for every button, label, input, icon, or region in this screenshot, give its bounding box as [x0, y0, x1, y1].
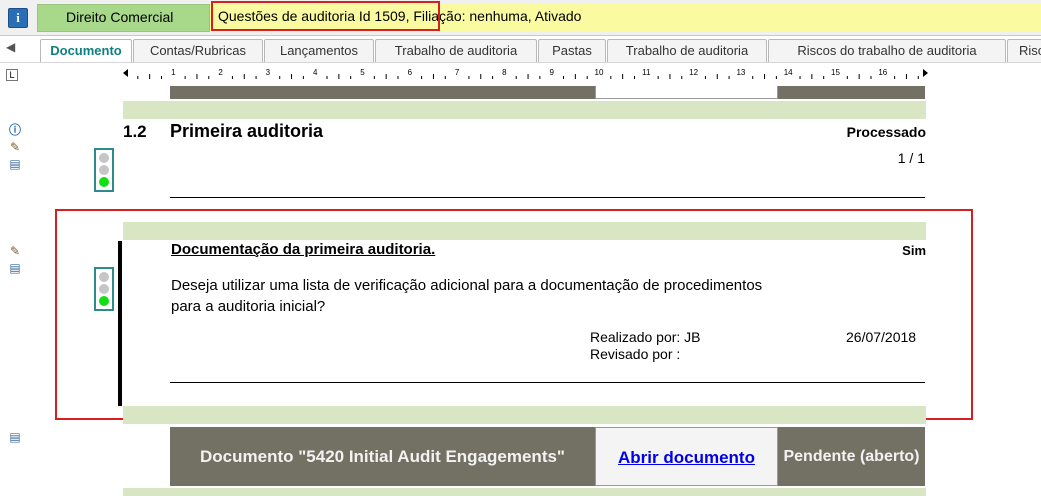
ruler-number: 13 [736, 68, 745, 77]
document-area: ⓘ ✎ ▤ 1.2 Primeira auditoria Processado … [0, 86, 1041, 496]
form-icon[interactable]: ▤ [8, 157, 22, 171]
open-document-link[interactable]: Abrir documento [595, 427, 778, 486]
document-name: Documento "5420 Initial Audit Engagement… [170, 427, 595, 486]
ruler-number: 12 [689, 68, 698, 77]
ruler-number: 4 [313, 68, 318, 77]
previous-block-left [170, 86, 595, 99]
divider [170, 382, 925, 383]
document-row: Documento "5420 Initial Audit Engagement… [170, 427, 925, 486]
title-highlight-box [211, 1, 440, 31]
ruler[interactable]: 1 2 3 4 5 6 7 8 9 10 11 12 13 14 15 16 [123, 67, 928, 83]
tab-riscos-trabalho-auditoria[interactable]: Riscos do trabalho de auditoria [768, 39, 1006, 62]
question-answer[interactable]: Sim [902, 243, 926, 258]
done-date: 26/07/2018 [846, 329, 917, 345]
question-band-bottom [123, 406, 926, 424]
tab-scroll-left-icon[interactable]: ◀ [6, 40, 15, 54]
section-pages: 1 / 1 [897, 150, 925, 166]
question-marker-bar [118, 241, 122, 406]
ruler-number: 2 [218, 68, 223, 77]
light-yellow-icon [99, 165, 109, 175]
reviewed-by: Revisado por : [590, 346, 681, 362]
ruler-bar: L 1 2 3 4 5 6 7 8 9 10 11 12 13 14 15 16 [0, 62, 1041, 86]
form-icon[interactable]: ▤ [8, 430, 22, 444]
question-traffic-light [94, 267, 114, 311]
ruler-number: 3 [266, 68, 271, 77]
light-yellow-icon [99, 284, 109, 294]
tab-pastas[interactable]: Pastas [538, 39, 606, 62]
light-green-icon [99, 296, 109, 306]
edit-note-icon[interactable]: ✎ [8, 244, 22, 258]
light-red-icon [99, 272, 109, 282]
form-icon[interactable]: ▤ [8, 261, 22, 275]
status-traffic-light [94, 148, 114, 192]
ruler-number: 11 [642, 68, 651, 77]
area-label: Direito Comercial [37, 4, 210, 32]
left-margin-marker [123, 69, 128, 77]
ruler-number: 7 [455, 68, 460, 77]
ruler-number: 5 [360, 68, 365, 77]
info-icon[interactable]: i [8, 8, 28, 28]
light-red-icon [99, 153, 109, 163]
window-header: i Direito Comercial Questões de auditori… [0, 0, 1041, 36]
question-title: Documentação da primeira auditoria. [171, 241, 436, 258]
info-icon[interactable]: ⓘ [8, 123, 22, 137]
ruler-number: 16 [878, 68, 887, 77]
edit-note-icon[interactable]: ✎ [8, 140, 22, 154]
tab-risco[interactable]: Risco [1007, 39, 1041, 62]
tab-bar: ◀ Documento Contas/Rubricas Lançamentos … [0, 38, 1041, 63]
section-title: Primeira auditoria [170, 121, 324, 141]
light-green-icon [99, 177, 109, 187]
previous-block-middle [595, 86, 778, 99]
ruler-number: 6 [408, 68, 413, 77]
section-status: Processado [846, 124, 926, 140]
tab-trabalho-auditoria-1[interactable]: Trabalho de auditoria [375, 39, 537, 62]
right-margin-marker [923, 69, 928, 77]
tab-documento[interactable]: Documento [40, 39, 132, 63]
tab-lancamentos[interactable]: Lançamentos [264, 39, 374, 62]
tab-trabalho-auditoria-2[interactable]: Trabalho de auditoria [607, 39, 767, 62]
done-by: Realizado por: JB [590, 329, 701, 345]
ruler-number: 14 [784, 68, 793, 77]
ruler-number: 8 [502, 68, 507, 77]
document-status: Pendente (aberto) [778, 427, 925, 486]
tab-contas-rubricas[interactable]: Contas/Rubricas [133, 39, 263, 62]
ruler-number: 9 [549, 68, 554, 77]
section-number: 1.2 [123, 122, 147, 141]
ruler-number: 1 [171, 68, 176, 77]
ruler-number: 15 [831, 68, 840, 77]
question-text: Deseja utilizar uma lista de verificação… [171, 277, 763, 315]
divider [170, 197, 925, 198]
previous-block-right [778, 86, 925, 99]
question-band-top [123, 222, 926, 240]
section-band [123, 101, 926, 119]
tab-stop-selector[interactable]: L [6, 69, 18, 81]
ruler-number: 10 [595, 68, 604, 77]
